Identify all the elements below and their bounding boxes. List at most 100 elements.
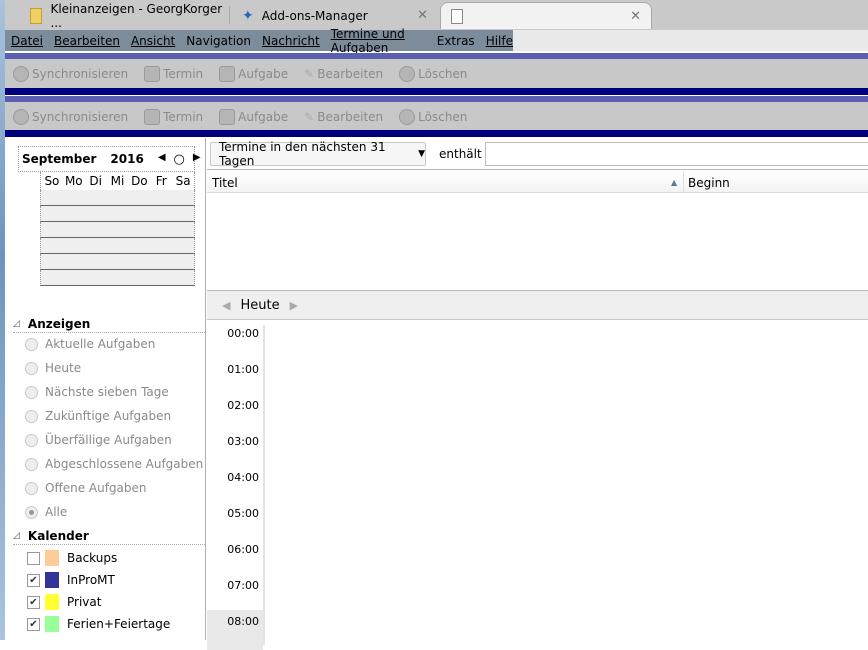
filter-radio[interactable]: Aktuelle Aufgaben [25, 337, 155, 351]
next-day-icon[interactable]: ▶ [290, 299, 298, 312]
checkbox[interactable] [27, 551, 40, 565]
calendar-name: Ferien+Feiertage [67, 617, 171, 631]
new-task-button[interactable]: Aufgabe [219, 65, 288, 82]
new-event-button[interactable]: Termin [144, 108, 204, 125]
puzzle-icon: ✦ [242, 7, 254, 24]
hour-label: 05:00 [227, 507, 259, 520]
hour-label: 08:00 [227, 615, 259, 628]
calendar-color-swatch [45, 616, 59, 632]
radio-label: Nächste sieben Tage [45, 385, 169, 399]
filter-radio[interactable]: Überfällige Aufgaben [25, 433, 172, 447]
column-divider[interactable] [683, 171, 684, 192]
filter-radio[interactable]: Zukünftige Aufgaben [25, 409, 171, 423]
new-task-button[interactable]: Aufgabe [219, 108, 288, 125]
year-label[interactable]: 2016 [110, 152, 143, 166]
hour-label: 02:00 [227, 399, 259, 412]
hour-label: 01:00 [227, 363, 259, 376]
collapse-icon: ◿ [13, 318, 20, 329]
today-circle-icon[interactable]: ○ [174, 152, 185, 167]
contains-label: enthält [439, 147, 482, 161]
menu-ansicht[interactable]: Ansicht [131, 34, 175, 48]
day-view[interactable]: 00:00 01:00 02:00 03:00 04:00 05:00 06:0… [207, 320, 868, 650]
week-row[interactable] [40, 270, 195, 286]
sync-button[interactable]: Synchronisieren [13, 108, 129, 125]
date-range-select[interactable]: Termine in den nächsten 31 Tagen ▼ [210, 140, 426, 168]
filter-radio-selected[interactable]: Alle [25, 505, 67, 519]
menu-hilfe[interactable]: Hilfe [486, 34, 513, 48]
weekday: Do [131, 174, 148, 188]
week-row[interactable] [40, 190, 195, 206]
month-label[interactable]: September [22, 152, 96, 166]
filter-radio[interactable]: Offene Aufgaben [25, 481, 147, 495]
next-month-icon[interactable]: ▶ [193, 152, 201, 167]
today-label[interactable]: Heute [240, 298, 279, 313]
edit-button[interactable]: ✎ Bearbeiten [304, 67, 383, 81]
tab-addons-manager[interactable]: ✦ Add-ons-Manager ✕ [232, 2, 438, 29]
section-title: Anzeigen [27, 316, 91, 331]
delete-button[interactable]: Löschen [399, 108, 468, 125]
label: Synchronisieren [32, 109, 129, 124]
close-tab-icon[interactable]: ✕ [417, 8, 428, 23]
close-tab-icon[interactable]: ✕ [630, 9, 641, 24]
forbidden-icon [399, 65, 416, 82]
radio-label: Aktuelle Aufgaben [45, 337, 156, 351]
collapse-icon: ◿ [13, 530, 20, 541]
mini-calendar: September 2016 ◀ ○ ▶ So Mo Di Mi Do Fr Sa [18, 146, 201, 291]
kalender-header[interactable]: ◿ Kalender [13, 527, 205, 545]
label: Bearbeiten [317, 66, 384, 81]
new-event-button[interactable]: Termin [144, 65, 203, 82]
radio-icon [25, 457, 38, 471]
week-row[interactable] [40, 254, 195, 270]
tab-kleinanzeigen[interactable]: Kleinanzeigen - GeorgKorger ... [20, 1, 228, 30]
column-begin[interactable]: Beginn [688, 176, 730, 190]
prev-month-icon[interactable]: ◀ [158, 152, 166, 167]
section-title: Kalender [27, 528, 89, 543]
tab-blank-active[interactable]: ✕ [440, 2, 652, 29]
menu-nachricht[interactable]: Nachricht [262, 34, 320, 48]
label: Synchronisieren [32, 66, 129, 81]
checkbox-checked[interactable]: ✔ [27, 595, 40, 609]
calendar-name: Backups [67, 551, 118, 565]
label: Löschen [418, 109, 468, 124]
toolbar-separator [5, 88, 868, 95]
radio-icon [25, 385, 38, 399]
radio-icon [25, 361, 38, 375]
calendar-item[interactable]: Backups [27, 550, 117, 566]
label: Termin [163, 109, 204, 124]
delete-button[interactable]: Löschen [399, 65, 467, 82]
anzeigen-header[interactable]: ◿ Anzeigen [13, 315, 205, 333]
weekday: Mi [110, 174, 125, 188]
calendar-toolbar-2: Synchronisieren Termin Aufgabe ✎ Bearbeit… [5, 102, 868, 131]
search-input[interactable] [485, 142, 868, 166]
column-title[interactable]: Titel [212, 176, 238, 190]
hour-label: 03:00 [227, 435, 259, 448]
filter-radio[interactable]: Nächste sieben Tage [25, 385, 169, 399]
filter-radio[interactable]: Abgeschlossene Aufgaben [25, 457, 203, 471]
sync-button[interactable]: Synchronisieren [13, 65, 129, 82]
calendar-item[interactable]: ✔ Ferien+Feiertage [27, 616, 170, 632]
toolbar-separator [5, 130, 868, 137]
edit-button[interactable]: ✎ Bearbeiten [304, 110, 383, 124]
checkbox-checked[interactable]: ✔ [27, 573, 40, 587]
filter-radio[interactable]: Heute [25, 361, 81, 375]
prev-day-icon[interactable]: ◀ [222, 299, 230, 312]
week-row[interactable] [40, 206, 195, 222]
main-pane: Termine in den nächsten 31 Tagen ▼ enthäl… [207, 138, 868, 650]
menu-extras[interactable]: Extras [437, 34, 475, 48]
calendar-add-icon [144, 65, 161, 82]
calendar-item[interactable]: ✔ Privat [27, 594, 101, 610]
tab-label: Kleinanzeigen - GeorgKorger ... [50, 1, 223, 30]
calendar-name: InProMT [67, 573, 115, 587]
week-row[interactable] [40, 222, 195, 238]
pencil-icon: ✎ [304, 66, 315, 81]
menu-navigation[interactable]: Navigation [186, 34, 251, 48]
checkbox-checked[interactable]: ✔ [27, 617, 40, 631]
radio-label: Heute [45, 361, 82, 375]
menu-datei[interactable]: Datei [11, 34, 43, 48]
week-row[interactable] [40, 238, 195, 254]
radio-icon [25, 337, 38, 351]
menu-bearbeiten[interactable]: Bearbeiten [54, 34, 120, 48]
calendar-item[interactable]: ✔ InProMT [27, 572, 115, 588]
radio-selected-icon [25, 505, 38, 519]
menu-termine-aufgaben[interactable]: Termine und Aufgaben [331, 27, 426, 55]
